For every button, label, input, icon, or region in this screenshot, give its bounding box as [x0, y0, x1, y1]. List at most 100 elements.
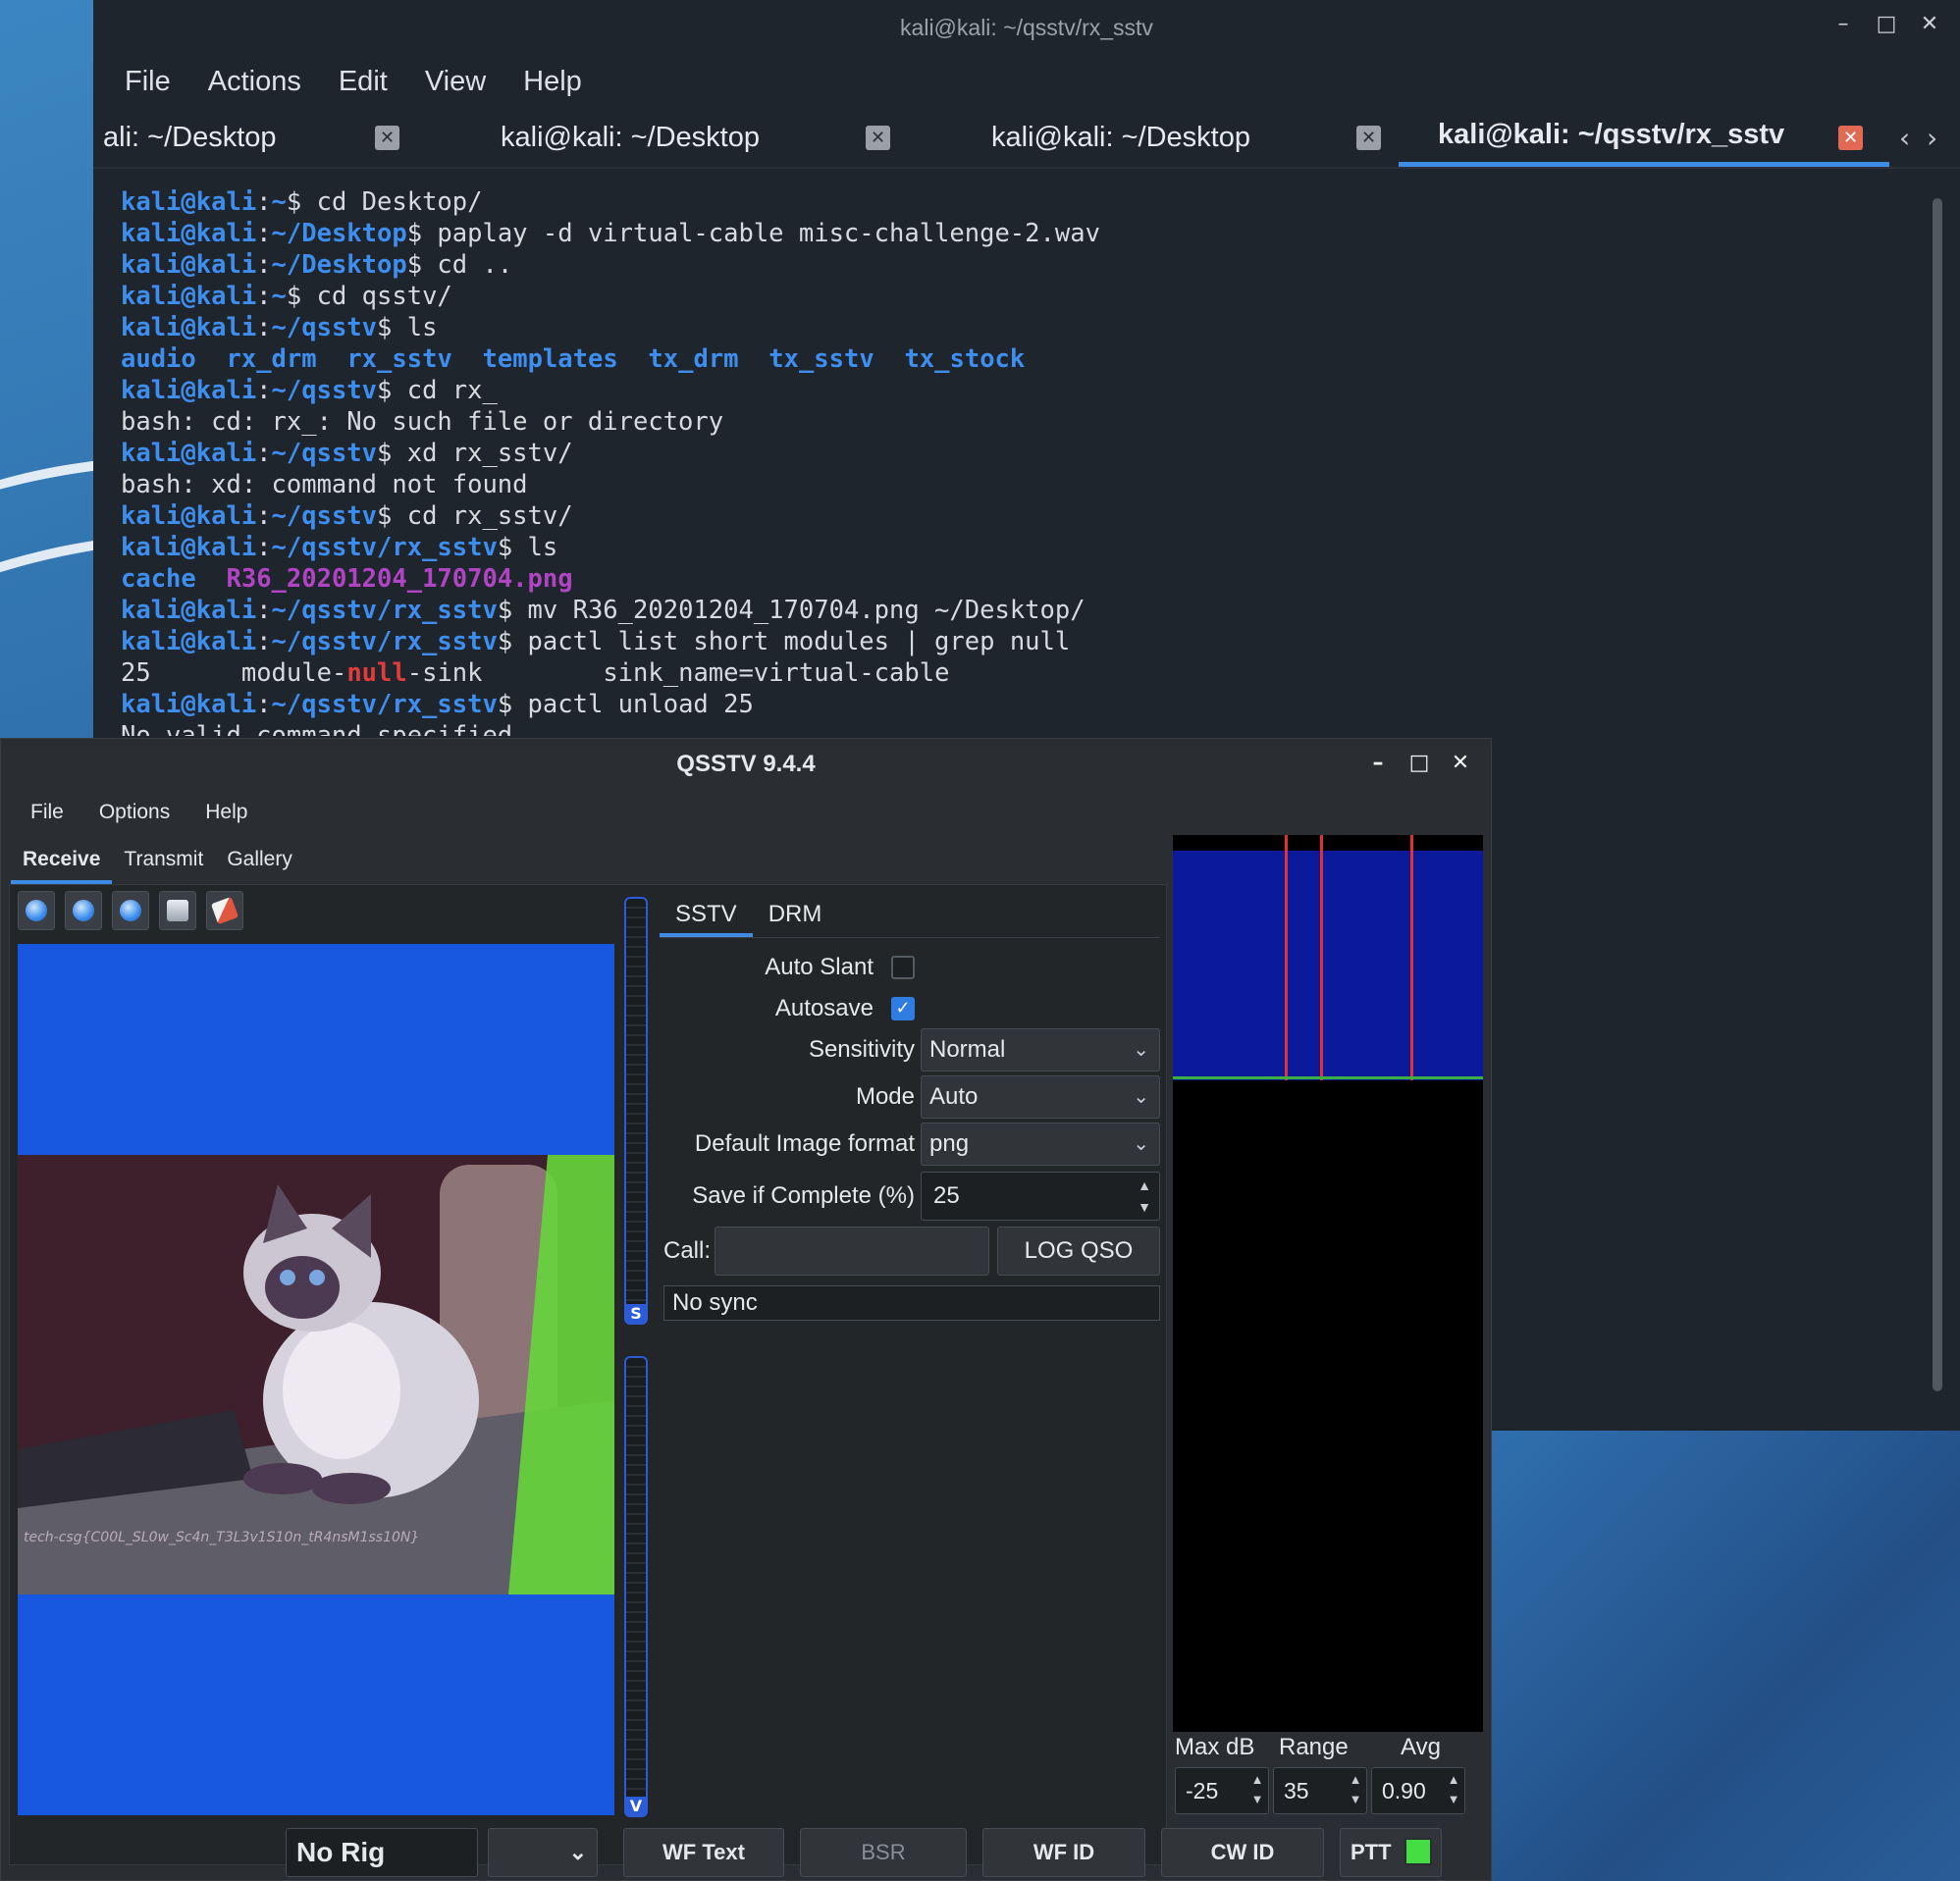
- terminal-scrollbar[interactable]: [1933, 198, 1942, 1391]
- sensitivity-row: Sensitivity Normal ⌄: [660, 1028, 1160, 1071]
- tab-scroll-left-icon[interactable]: ‹: [1899, 122, 1910, 154]
- save-complete-spinbox[interactable]: 25 ▲ ▼: [921, 1172, 1160, 1221]
- terminal-line: kali@kali:~$ cd Desktop/: [121, 187, 483, 217]
- log-qso-button[interactable]: LOG QSO: [997, 1227, 1160, 1276]
- call-input[interactable]: [715, 1227, 989, 1276]
- erase-button[interactable]: [206, 891, 243, 930]
- spin-arrows-icon[interactable]: ▲ ▼: [1248, 1770, 1266, 1809]
- qsstv-menubar: File Options Help: [1, 790, 1491, 835]
- tab-scroll-right-icon[interactable]: ›: [1927, 122, 1937, 154]
- image-format-select[interactable]: png ⌄: [921, 1123, 1160, 1166]
- menu-file[interactable]: File: [125, 66, 171, 98]
- terminal-error: bash: cd: rx_: No such file or directory: [121, 407, 724, 437]
- qsstv-menu-help[interactable]: Help: [205, 801, 247, 824]
- tab-close-icon[interactable]: ✕: [1356, 126, 1381, 150]
- tab-close-icon[interactable]: ✕: [375, 126, 399, 150]
- minimize-icon[interactable]: –: [1832, 14, 1854, 35]
- range-spinbox[interactable]: 35 ▲ ▼: [1273, 1767, 1367, 1814]
- menu-view[interactable]: View: [425, 66, 486, 98]
- sensitivity-select[interactable]: Normal ⌄: [921, 1028, 1160, 1071]
- spin-arrows-icon[interactable]: ▲ ▼: [1134, 1175, 1155, 1218]
- save-complete-row: Save if Complete (%) 25 ▲ ▼: [660, 1172, 1160, 1221]
- sstv-settings: SSTV DRM Auto Slant Autosave ✓ Sensitivi…: [660, 891, 1160, 1813]
- save-button[interactable]: [159, 891, 196, 930]
- tab-transmit[interactable]: Transmit: [112, 835, 215, 884]
- avg-spinbox[interactable]: 0.90 ▲ ▼: [1371, 1767, 1465, 1814]
- waterfall-controls: Max dB Range Avg -25 ▲ ▼ 35 ▲ ▼ 0.90 ▲ ▼: [1173, 1732, 1483, 1816]
- maximize-icon[interactable]: □: [1876, 14, 1897, 35]
- receive-toolbar: [18, 891, 243, 930]
- tab-gallery[interactable]: Gallery: [215, 835, 304, 884]
- mode-select[interactable]: Auto ⌄: [921, 1075, 1160, 1119]
- sensitivity-label: Sensitivity: [808, 1036, 915, 1063]
- terminal-ls-output: cache R36_20201204_170704.png: [121, 564, 573, 594]
- spin-arrows-icon[interactable]: ▲ ▼: [1445, 1770, 1462, 1809]
- terminal-line: kali@kali:~/qsstv$ xd rx_sstv/: [121, 439, 573, 468]
- refresh-icon: [120, 900, 141, 921]
- template-select[interactable]: ⌄: [488, 1828, 598, 1877]
- auto-slant-checkbox[interactable]: [891, 956, 915, 979]
- chevron-down-icon: ⌄: [1133, 1086, 1149, 1108]
- tab-close-icon[interactable]: ✕: [866, 126, 890, 150]
- menu-help[interactable]: Help: [523, 66, 582, 98]
- stop-button[interactable]: [65, 891, 102, 930]
- terminal-line: kali@kali:~/qsstv/rx_sstv$ mv R36_202012…: [121, 596, 1086, 625]
- rig-status: No Rig: [286, 1828, 478, 1877]
- wf-id-button[interactable]: WF ID: [982, 1828, 1145, 1877]
- minimize-icon[interactable]: –: [1367, 753, 1389, 774]
- spin-arrows-icon[interactable]: ▲ ▼: [1347, 1770, 1364, 1809]
- terminal-line: kali@kali:~/qsstv/rx_sstv$ pactl list sh…: [121, 627, 1071, 656]
- tab-sstv[interactable]: SSTV: [660, 891, 753, 937]
- terminal-line: kali@kali:~$ cd qsstv/: [121, 282, 452, 311]
- ptt-indicator: [1404, 1838, 1432, 1865]
- terminal-tab-1[interactable]: ali: ~/Desktop ✕: [103, 108, 417, 167]
- terminal-line: kali@kali:~/Desktop$ cd ..: [121, 250, 513, 280]
- qsstv-title: QSSTV 9.4.4: [676, 751, 816, 777]
- close-icon[interactable]: ✕: [1919, 14, 1940, 35]
- qsstv-menu-file[interactable]: File: [30, 801, 64, 824]
- cw-id-button[interactable]: CW ID: [1161, 1828, 1324, 1877]
- terminal-output[interactable]: kali@kali:~$ cd Desktop/kali@kali:~/Desk…: [121, 186, 1907, 736]
- bsr-button[interactable]: BSR: [800, 1828, 967, 1877]
- mode-row: Mode Auto ⌄: [660, 1075, 1160, 1119]
- terminal-line: kali@kali:~/qsstv/rx_sstv$ pactl unload …: [121, 690, 754, 719]
- start-button[interactable]: [18, 891, 55, 930]
- terminal-titlebar[interactable]: kali@kali: ~/qsstv/rx_sstv – □ ✕: [93, 0, 1960, 55]
- menu-actions[interactable]: Actions: [208, 66, 301, 98]
- volume-meter-label: V: [626, 1797, 646, 1815]
- spectrum-display[interactable]: [1173, 835, 1483, 1080]
- image-format-row: Default Image format png ⌄: [660, 1123, 1160, 1166]
- auto-slant-row: Auto Slant: [660, 946, 1160, 989]
- tab-label: kali@kali: ~/qsstv/rx_sstv: [1438, 119, 1785, 150]
- tab-close-icon[interactable]: ✕: [1838, 126, 1863, 150]
- max-db-label: Max dB: [1175, 1734, 1255, 1760]
- tab-receive[interactable]: Receive: [11, 835, 113, 884]
- qsstv-statusbar: No Rig ⌄ WF Text BSR WF ID CW ID PTT: [276, 1824, 1454, 1879]
- menu-edit[interactable]: Edit: [339, 66, 388, 98]
- received-image: tech-csg{C00L_SL0w_Sc4n_T3L3v1S10n_tR4ns…: [18, 944, 614, 1815]
- max-db-spinbox[interactable]: -25 ▲ ▼: [1175, 1767, 1269, 1814]
- frequency-marker: [1285, 835, 1288, 1080]
- terminal-title: kali@kali: ~/qsstv/rx_sstv: [900, 14, 1153, 40]
- qsstv-titlebar[interactable]: QSSTV 9.4.4 – □ ✕: [1, 739, 1491, 790]
- resync-button[interactable]: [112, 891, 149, 930]
- terminal-menubar: File Actions Edit View Help: [93, 55, 1960, 108]
- wf-text-button[interactable]: WF Text: [623, 1828, 784, 1877]
- qsstv-menu-options[interactable]: Options: [99, 801, 170, 824]
- terminal-tab-3[interactable]: kali@kali: ~/Desktop ✕: [991, 108, 1404, 167]
- call-row: Call: LOG QSO: [660, 1227, 1160, 1276]
- call-label: Call:: [662, 1237, 711, 1264]
- volume-meter: V: [624, 1356, 648, 1817]
- terminal-tab-4[interactable]: kali@kali: ~/qsstv/rx_sstv ✕: [1399, 108, 1889, 167]
- spectrum-baseline: [1173, 1076, 1483, 1079]
- play-icon: [26, 900, 47, 921]
- autosave-checkbox[interactable]: ✓: [891, 997, 915, 1020]
- tab-drm[interactable]: DRM: [753, 891, 838, 937]
- cat-chest: [283, 1322, 400, 1459]
- close-icon[interactable]: ✕: [1450, 753, 1471, 774]
- tab-label: kali@kali: ~/Desktop: [501, 121, 760, 153]
- tab-label: ali: ~/Desktop: [103, 121, 277, 153]
- waterfall-panel: Max dB Range Avg -25 ▲ ▼ 35 ▲ ▼ 0.90 ▲ ▼: [1173, 835, 1483, 1816]
- maximize-icon[interactable]: □: [1408, 753, 1430, 774]
- terminal-tab-2[interactable]: kali@kali: ~/Desktop ✕: [501, 108, 913, 167]
